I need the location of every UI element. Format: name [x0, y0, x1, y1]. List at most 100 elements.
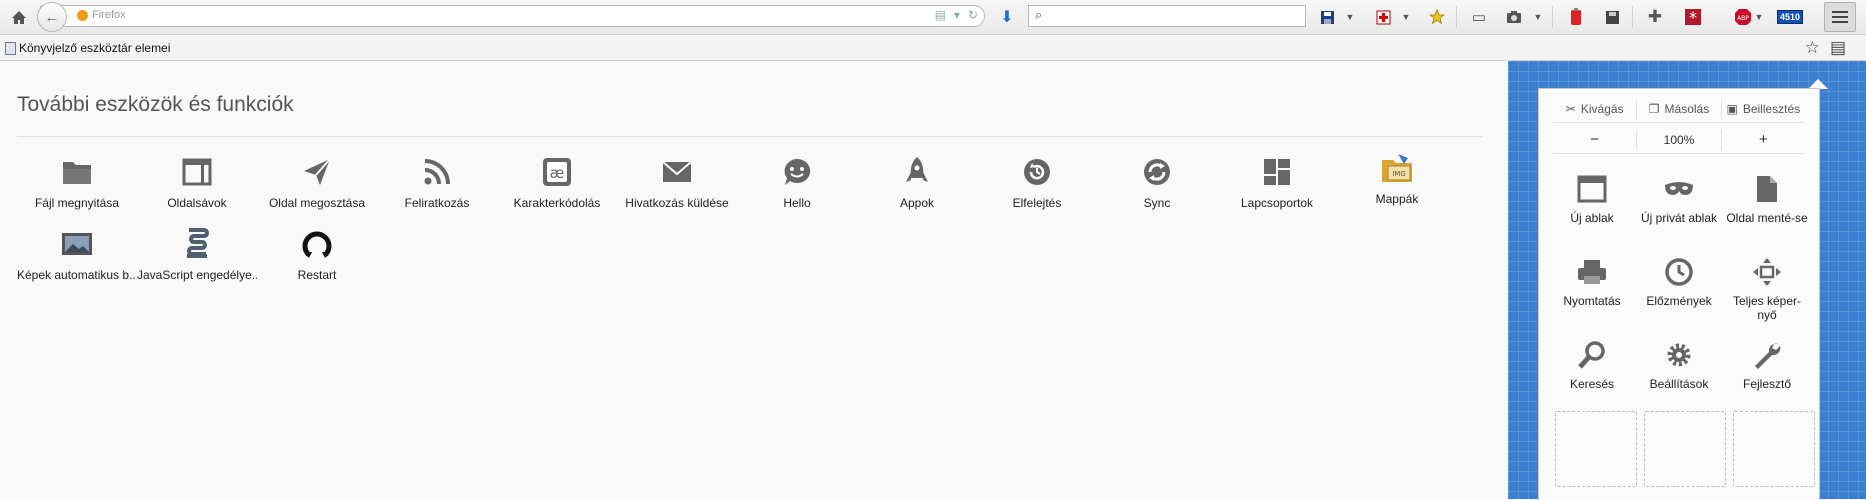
empty-slot[interactable] [1555, 411, 1637, 487]
battery-addon-button[interactable] [1567, 6, 1585, 28]
bookmark-star-button[interactable] [1428, 6, 1446, 28]
menu-button[interactable] [1824, 2, 1856, 32]
palette-item-apps[interactable]: Appok [857, 152, 977, 210]
svg-text:ABP: ABP [1737, 15, 1749, 22]
save-page-icon [1757, 176, 1777, 202]
bookmarks-toolbar-items[interactable]: Könyvjelző eszköztár elemei [5, 41, 170, 55]
share-icon [304, 158, 331, 185]
asterisk-icon: * [1685, 9, 1701, 25]
private-window-icon [1665, 182, 1693, 195]
addon-button-red[interactable] [1374, 6, 1392, 28]
find-icon [1578, 341, 1605, 369]
save-button[interactable] [1318, 6, 1336, 28]
back-button[interactable]: ← [37, 2, 67, 32]
addon-dropdown[interactable]: ▼ [1401, 6, 1411, 28]
palette-item-sidebars[interactable]: Oldalsávok [137, 152, 257, 210]
panel-item-developer[interactable]: Fejlesztő [1724, 335, 1810, 391]
folders-icon: IMG [1382, 154, 1412, 182]
tab-groups-icon [1264, 159, 1290, 185]
palette-item-subscribe[interactable]: Feliratkozás [377, 152, 497, 210]
developer-icon [1755, 343, 1781, 369]
downloads-button[interactable]: ⬇ [997, 6, 1017, 28]
panel-item-find[interactable]: Keresés [1549, 335, 1635, 391]
dropmarker-icon[interactable]: ▾ [954, 8, 960, 22]
reload-icon[interactable]: ↻ [968, 8, 978, 22]
zoom-controls: − 100% + [1553, 127, 1805, 154]
palette-item-character-encoding[interactable]: æ Karakterkódolás [497, 152, 617, 210]
hamburger-icon [1832, 11, 1848, 23]
empty-slot[interactable] [1733, 411, 1815, 487]
url-bar[interactable]: ← Firefox ▤ ▾ ↻ [37, 2, 985, 32]
search-bar[interactable]: ⌕ [1028, 5, 1306, 27]
apps-icon [906, 157, 928, 182]
zoom-out-button[interactable]: − [1553, 130, 1638, 150]
save-to-disk-button[interactable] [1603, 6, 1621, 28]
palette-item-forget[interactable]: Elfelejtés [977, 152, 1097, 210]
new-window-icon [1577, 175, 1607, 203]
adblock-dropdown[interactable]: ▼ [1754, 6, 1764, 28]
chevron-down-icon: ▼ [1401, 12, 1411, 22]
puzzle-icon: ✚ [1647, 7, 1663, 26]
back-arrow-icon: ← [44, 8, 60, 26]
download-arrow-icon: ⬇ [1000, 9, 1014, 26]
asterisk-addon-button[interactable]: * [1683, 6, 1703, 28]
palette-item-email-link[interactable]: Hivatkozás küldése [617, 152, 737, 210]
empty-slot[interactable] [1644, 411, 1726, 487]
reader-icon[interactable]: ▤ [935, 8, 946, 22]
image-icon [62, 233, 92, 255]
palette-item-javascript[interactable]: JavaScript engedélye... [137, 224, 257, 282]
chat-button[interactable]: ▭ [1470, 6, 1488, 28]
panel-item-print[interactable]: Nyomtatás [1549, 252, 1635, 308]
bookmarks-right-buttons: ☆ ▤ [1805, 38, 1846, 58]
edit-controls: ✂ Kivágás ❐ Másolás ▣ Beillesztés [1553, 96, 1805, 123]
zoom-in-button[interactable]: + [1722, 130, 1805, 150]
toolbar-separator [1632, 6, 1633, 28]
screenshot-button[interactable] [1505, 6, 1523, 28]
palette-item-open-file[interactable]: Fájl megnyitása [17, 152, 137, 210]
palette-item-share-page[interactable]: Oldal megosztása [257, 152, 377, 210]
fullscreen-icon [1753, 258, 1781, 286]
copy-button[interactable]: ❐ Másolás [1637, 99, 1722, 119]
panel-item-options[interactable]: Beállítások [1636, 335, 1722, 391]
palette-item-auto-images[interactable]: Képek automatikus b... [17, 224, 137, 282]
panel-item-private-window[interactable]: Új privát ablak [1636, 169, 1722, 225]
firefox-icon [77, 9, 88, 21]
options-icon [1667, 343, 1691, 367]
star-icon [1429, 9, 1445, 25]
panel-item-fullscreen[interactable]: Teljes képer-nyő [1724, 252, 1810, 322]
url-text: Firefox [92, 9, 126, 21]
addons-button[interactable]: ✚ [1645, 6, 1665, 28]
palette-item-folders[interactable]: IMG Mappák [1337, 148, 1457, 206]
bookmark-star-icon[interactable]: ☆ [1805, 38, 1820, 58]
chevron-down-icon: ▼ [1345, 12, 1355, 22]
paste-button[interactable]: ▣ Beillesztés [1722, 99, 1805, 119]
forget-icon [1024, 159, 1050, 185]
palette-title: További eszközök és funkciók [17, 93, 294, 116]
adblock-button[interactable]: ABP [1733, 6, 1753, 28]
svg-text:IMG: IMG [1392, 170, 1406, 178]
svg-text:*: * [1689, 9, 1697, 25]
zoom-reset-button[interactable]: 100% [1637, 130, 1722, 150]
palette-item-restart[interactable]: Restart [257, 224, 377, 282]
hello-icon [784, 158, 811, 185]
bookmarks-menu-icon[interactable]: ▤ [1830, 38, 1846, 58]
panel-item-history[interactable]: Előzmények [1636, 252, 1722, 308]
counter-addon-button[interactable]: 4510 [1776, 6, 1804, 28]
save-dropdown[interactable]: ▼ [1345, 6, 1355, 28]
adblock-icon: ABP [1735, 9, 1751, 25]
toolbar-separator [1456, 6, 1457, 28]
site-identity[interactable]: Firefox [77, 9, 126, 21]
home-icon [12, 10, 26, 24]
speech-bubble-icon: ▭ [1471, 9, 1487, 26]
panel-item-new-window[interactable]: Új ablak [1549, 169, 1635, 225]
scissors-icon: ✂ [1565, 102, 1576, 116]
palette-item-hello[interactable]: Hello [737, 152, 857, 210]
email-icon [662, 161, 692, 182]
screenshot-dropdown[interactable]: ▼ [1533, 6, 1543, 28]
cut-button[interactable]: ✂ Kivágás [1553, 99, 1638, 119]
panel-item-save-page[interactable]: Oldal menté-se [1724, 169, 1810, 225]
palette-item-tab-groups[interactable]: Lapcsoportok [1217, 152, 1337, 210]
clipboard-icon: ▣ [1726, 102, 1738, 116]
palette-item-sync[interactable]: Sync [1097, 152, 1217, 210]
home-button[interactable] [8, 6, 30, 28]
